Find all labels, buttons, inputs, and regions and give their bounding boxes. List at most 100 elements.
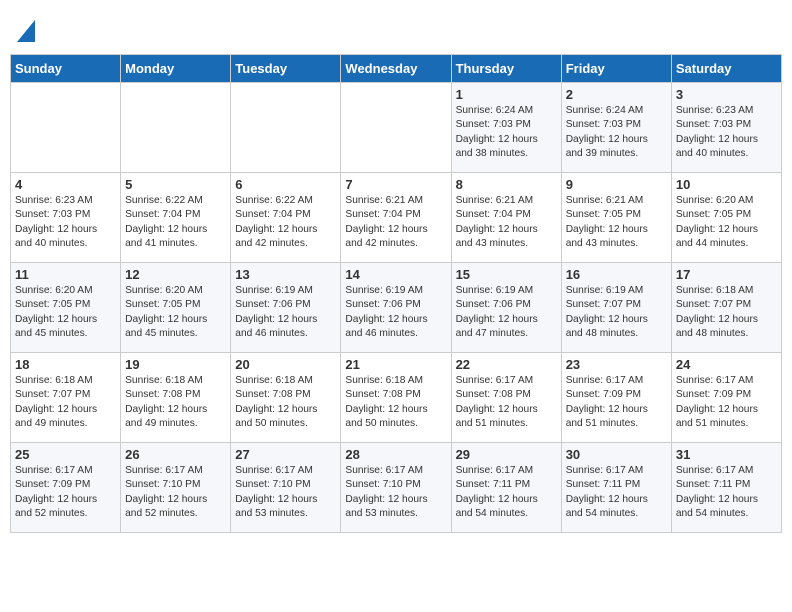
calendar-cell: 10 Sunrise: 6:20 AM Sunset: 7:05 PM Dayli… — [671, 173, 781, 263]
day-number: 26 — [125, 447, 226, 462]
calendar-cell: 1 Sunrise: 6:24 AM Sunset: 7:03 PM Daylig… — [451, 83, 561, 173]
day-info: Sunrise: 6:22 AM Sunset: 7:04 PM Dayligh… — [125, 194, 226, 251]
day-number: 16 — [566, 267, 667, 282]
calendar-cell: 16 Sunrise: 6:19 AM Sunset: 7:07 PM Dayli… — [561, 263, 671, 353]
header-cell-saturday: Saturday — [671, 55, 781, 83]
calendar-cell: 19 Sunrise: 6:18 AM Sunset: 7:08 PM Dayli… — [121, 353, 231, 443]
day-info: Sunrise: 6:17 AM Sunset: 7:08 PM Dayligh… — [456, 374, 557, 431]
day-info: Sunrise: 6:18 AM Sunset: 7:07 PM Dayligh… — [676, 284, 777, 341]
day-info: Sunrise: 6:24 AM Sunset: 7:03 PM Dayligh… — [456, 104, 557, 161]
calendar-cell: 4 Sunrise: 6:23 AM Sunset: 7:03 PM Daylig… — [11, 173, 121, 263]
day-number: 27 — [235, 447, 336, 462]
week-row-5: 25 Sunrise: 6:17 AM Sunset: 7:09 PM Dayli… — [11, 443, 782, 533]
calendar-cell: 21 Sunrise: 6:18 AM Sunset: 7:08 PM Dayli… — [341, 353, 451, 443]
day-info: Sunrise: 6:19 AM Sunset: 7:06 PM Dayligh… — [456, 284, 557, 341]
day-info: Sunrise: 6:17 AM Sunset: 7:10 PM Dayligh… — [235, 464, 336, 521]
day-number: 10 — [676, 177, 777, 192]
day-number: 4 — [15, 177, 116, 192]
calendar-header: SundayMondayTuesdayWednesdayThursdayFrid… — [11, 55, 782, 83]
day-info: Sunrise: 6:18 AM Sunset: 7:08 PM Dayligh… — [235, 374, 336, 431]
calendar-cell: 31 Sunrise: 6:17 AM Sunset: 7:11 PM Dayli… — [671, 443, 781, 533]
day-number: 29 — [456, 447, 557, 462]
day-info: Sunrise: 6:20 AM Sunset: 7:05 PM Dayligh… — [15, 284, 116, 341]
calendar-cell: 3 Sunrise: 6:23 AM Sunset: 7:03 PM Daylig… — [671, 83, 781, 173]
day-info: Sunrise: 6:17 AM Sunset: 7:11 PM Dayligh… — [676, 464, 777, 521]
day-info: Sunrise: 6:21 AM Sunset: 7:05 PM Dayligh… — [566, 194, 667, 251]
day-number: 1 — [456, 87, 557, 102]
day-info: Sunrise: 6:17 AM Sunset: 7:11 PM Dayligh… — [566, 464, 667, 521]
day-number: 30 — [566, 447, 667, 462]
day-number: 21 — [345, 357, 446, 372]
day-info: Sunrise: 6:24 AM Sunset: 7:03 PM Dayligh… — [566, 104, 667, 161]
header-cell-friday: Friday — [561, 55, 671, 83]
calendar-cell: 15 Sunrise: 6:19 AM Sunset: 7:06 PM Dayli… — [451, 263, 561, 353]
calendar-cell: 5 Sunrise: 6:22 AM Sunset: 7:04 PM Daylig… — [121, 173, 231, 263]
week-row-3: 11 Sunrise: 6:20 AM Sunset: 7:05 PM Dayli… — [11, 263, 782, 353]
day-info: Sunrise: 6:19 AM Sunset: 7:06 PM Dayligh… — [345, 284, 446, 341]
header-cell-monday: Monday — [121, 55, 231, 83]
calendar-cell: 27 Sunrise: 6:17 AM Sunset: 7:10 PM Dayli… — [231, 443, 341, 533]
calendar-cell: 8 Sunrise: 6:21 AM Sunset: 7:04 PM Daylig… — [451, 173, 561, 263]
day-info: Sunrise: 6:17 AM Sunset: 7:11 PM Dayligh… — [456, 464, 557, 521]
calendar-cell: 6 Sunrise: 6:22 AM Sunset: 7:04 PM Daylig… — [231, 173, 341, 263]
calendar-cell: 22 Sunrise: 6:17 AM Sunset: 7:08 PM Dayli… — [451, 353, 561, 443]
day-info: Sunrise: 6:20 AM Sunset: 7:05 PM Dayligh… — [125, 284, 226, 341]
calendar-cell — [121, 83, 231, 173]
day-number: 8 — [456, 177, 557, 192]
day-number: 17 — [676, 267, 777, 282]
day-number: 12 — [125, 267, 226, 282]
day-number: 3 — [676, 87, 777, 102]
day-number: 31 — [676, 447, 777, 462]
calendar-cell: 7 Sunrise: 6:21 AM Sunset: 7:04 PM Daylig… — [341, 173, 451, 263]
logo — [14, 18, 35, 38]
day-number: 7 — [345, 177, 446, 192]
day-number: 23 — [566, 357, 667, 372]
header-cell-tuesday: Tuesday — [231, 55, 341, 83]
day-number: 15 — [456, 267, 557, 282]
day-info: Sunrise: 6:21 AM Sunset: 7:04 PM Dayligh… — [345, 194, 446, 251]
calendar-cell: 11 Sunrise: 6:20 AM Sunset: 7:05 PM Dayli… — [11, 263, 121, 353]
day-info: Sunrise: 6:18 AM Sunset: 7:08 PM Dayligh… — [125, 374, 226, 431]
calendar-body: 1 Sunrise: 6:24 AM Sunset: 7:03 PM Daylig… — [11, 83, 782, 533]
day-info: Sunrise: 6:21 AM Sunset: 7:04 PM Dayligh… — [456, 194, 557, 251]
day-number: 22 — [456, 357, 557, 372]
calendar-table: SundayMondayTuesdayWednesdayThursdayFrid… — [10, 54, 782, 533]
calendar-cell — [231, 83, 341, 173]
day-info: Sunrise: 6:17 AM Sunset: 7:09 PM Dayligh… — [15, 464, 116, 521]
calendar-cell: 13 Sunrise: 6:19 AM Sunset: 7:06 PM Dayli… — [231, 263, 341, 353]
day-number: 5 — [125, 177, 226, 192]
calendar-cell: 30 Sunrise: 6:17 AM Sunset: 7:11 PM Dayli… — [561, 443, 671, 533]
day-number: 19 — [125, 357, 226, 372]
day-info: Sunrise: 6:19 AM Sunset: 7:07 PM Dayligh… — [566, 284, 667, 341]
day-info: Sunrise: 6:17 AM Sunset: 7:09 PM Dayligh… — [676, 374, 777, 431]
calendar-cell: 12 Sunrise: 6:20 AM Sunset: 7:05 PM Dayli… — [121, 263, 231, 353]
calendar-cell: 18 Sunrise: 6:18 AM Sunset: 7:07 PM Dayli… — [11, 353, 121, 443]
day-number: 14 — [345, 267, 446, 282]
day-info: Sunrise: 6:17 AM Sunset: 7:09 PM Dayligh… — [566, 374, 667, 431]
header-cell-thursday: Thursday — [451, 55, 561, 83]
day-number: 25 — [15, 447, 116, 462]
day-number: 20 — [235, 357, 336, 372]
week-row-2: 4 Sunrise: 6:23 AM Sunset: 7:03 PM Daylig… — [11, 173, 782, 263]
day-info: Sunrise: 6:23 AM Sunset: 7:03 PM Dayligh… — [676, 104, 777, 161]
day-number: 11 — [15, 267, 116, 282]
week-row-4: 18 Sunrise: 6:18 AM Sunset: 7:07 PM Dayli… — [11, 353, 782, 443]
day-info: Sunrise: 6:18 AM Sunset: 7:08 PM Dayligh… — [345, 374, 446, 431]
calendar-cell: 17 Sunrise: 6:18 AM Sunset: 7:07 PM Dayli… — [671, 263, 781, 353]
week-row-1: 1 Sunrise: 6:24 AM Sunset: 7:03 PM Daylig… — [11, 83, 782, 173]
calendar-cell: 23 Sunrise: 6:17 AM Sunset: 7:09 PM Dayli… — [561, 353, 671, 443]
day-info: Sunrise: 6:18 AM Sunset: 7:07 PM Dayligh… — [15, 374, 116, 431]
day-number: 9 — [566, 177, 667, 192]
page-header — [10, 10, 782, 46]
header-cell-sunday: Sunday — [11, 55, 121, 83]
day-number: 2 — [566, 87, 667, 102]
day-info: Sunrise: 6:19 AM Sunset: 7:06 PM Dayligh… — [235, 284, 336, 341]
day-info: Sunrise: 6:20 AM Sunset: 7:05 PM Dayligh… — [676, 194, 777, 251]
day-number: 18 — [15, 357, 116, 372]
day-number: 6 — [235, 177, 336, 192]
day-number: 13 — [235, 267, 336, 282]
calendar-cell — [341, 83, 451, 173]
day-info: Sunrise: 6:22 AM Sunset: 7:04 PM Dayligh… — [235, 194, 336, 251]
day-info: Sunrise: 6:23 AM Sunset: 7:03 PM Dayligh… — [15, 194, 116, 251]
calendar-cell: 28Sunrise: 6:17 AM Sunset: 7:10 PM Dayli… — [341, 443, 451, 533]
